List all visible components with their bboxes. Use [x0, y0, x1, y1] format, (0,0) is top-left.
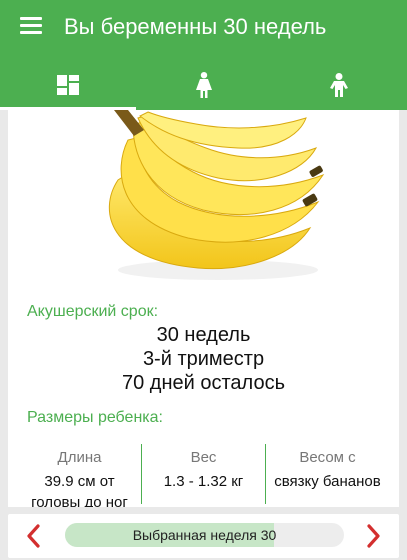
size-length-value: 39.9 см от головы до ног: [18, 471, 141, 507]
size-length: Длина 39.9 см от головы до ног: [18, 444, 141, 507]
week-selector-bar: Выбранная неделя 30: [8, 514, 399, 558]
chevron-left-icon: [27, 524, 40, 548]
size-comparison: Весом с связку бананов: [265, 444, 389, 504]
child-icon: [330, 73, 349, 97]
tab-child[interactable]: [271, 60, 407, 110]
term-trimester: 3-й триместр: [142, 348, 265, 370]
pregnant-woman-icon: [195, 72, 212, 98]
next-week-button[interactable]: [359, 521, 389, 551]
chevron-right-icon: [367, 524, 380, 548]
week-progress-bar[interactable]: Выбранная неделя 30: [65, 523, 344, 547]
term-weeks: 30 недель: [156, 324, 251, 346]
previous-week-button[interactable]: [18, 521, 48, 551]
size-weight-title: Вес: [190, 449, 217, 466]
baby-size-label: Размеры ребенка:: [27, 409, 163, 426]
size-weight-value: 1.3 - 1.32 кг: [163, 473, 244, 490]
size-comparison-title: Весом с: [299, 449, 356, 466]
size-length-title: Длина: [57, 449, 102, 466]
size-length-line2: головы до ног: [31, 494, 128, 507]
term-label: Акушерский срок:: [27, 303, 159, 320]
selected-week-label: Выбранная неделя 30: [132, 527, 277, 543]
app-bar: Вы беременны 30 недель: [0, 0, 407, 110]
size-comparison-value: связку бананов: [274, 473, 381, 490]
page-title: Вы беременны 30 недель: [64, 14, 327, 39]
tab-bar: [0, 60, 407, 110]
size-length-line1: 39.9 см от: [44, 473, 115, 490]
week-info-card: Акушерский срок: 30 недель 3-й триместр …: [8, 110, 399, 507]
tab-dashboard[interactable]: [0, 60, 136, 110]
dashboard-icon: [56, 75, 79, 95]
banana-image: [108, 110, 325, 280]
tab-mother[interactable]: [136, 60, 272, 110]
size-weight: Вес 1.3 - 1.32 кг: [141, 444, 265, 504]
baby-size-table: Длина 39.9 см от головы до ног Вес 1.3 -…: [18, 444, 389, 507]
menu-icon[interactable]: [20, 17, 42, 35]
term-days-remaining: 70 дней осталось: [122, 372, 285, 394]
toolbar: Вы беременны 30 недель: [0, 0, 407, 56]
